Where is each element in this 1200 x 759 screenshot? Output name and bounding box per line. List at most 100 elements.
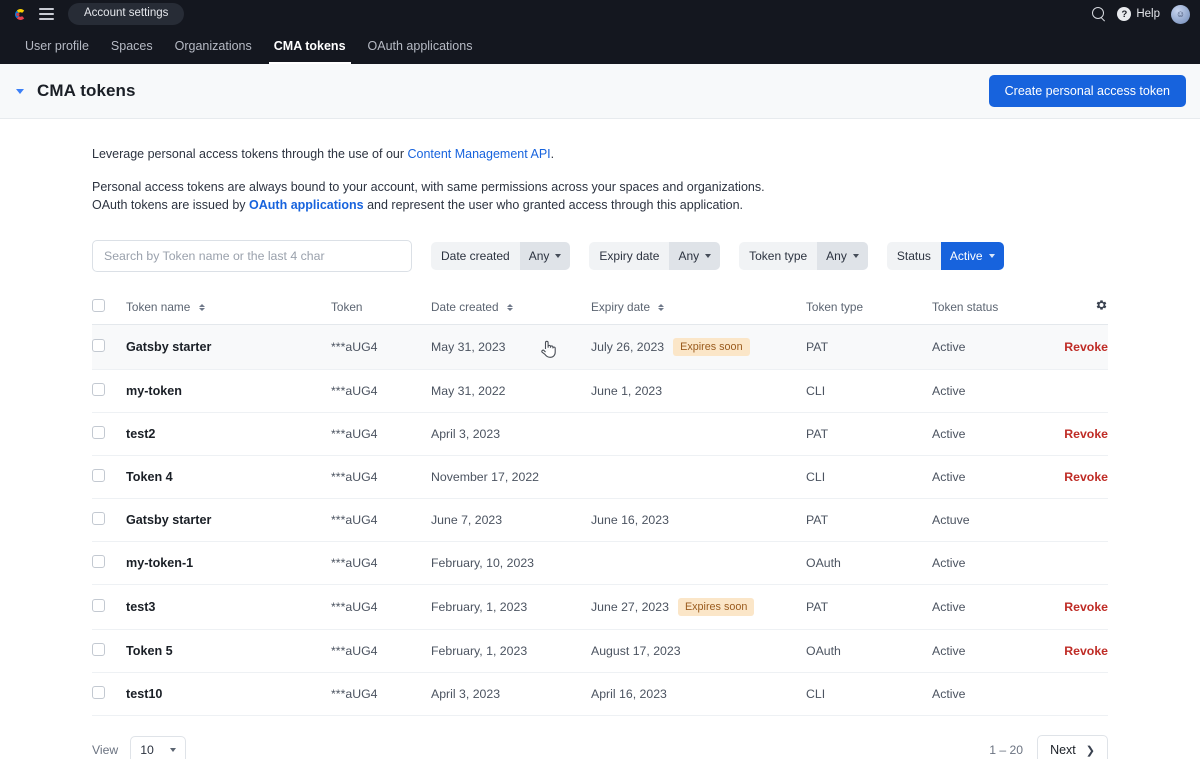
row-checkbox[interactable] xyxy=(92,686,105,699)
row-checkbox[interactable] xyxy=(92,643,105,656)
intro-line-1-suffix: . xyxy=(551,147,554,161)
sort-token-name-icon[interactable] xyxy=(199,304,205,311)
tab-cma-tokens[interactable]: CMA tokens xyxy=(263,28,357,64)
filter-token-type[interactable]: Token type Any xyxy=(739,242,868,270)
top-bar: Account settings ? Help ☺ xyxy=(0,0,1200,28)
table-row[interactable]: my-token***aUG4May 31, 2022June 1, 2023C… xyxy=(92,370,1108,413)
intro-line-2: Personal access tokens are always bound … xyxy=(92,178,1108,214)
row-checkbox[interactable] xyxy=(92,599,105,612)
create-personal-access-token-button[interactable]: Create personal access token xyxy=(989,75,1186,107)
account-settings-pill[interactable]: Account settings xyxy=(68,3,184,25)
cell-token-name: test2 xyxy=(126,413,331,456)
filter-expiry-date[interactable]: Expiry date Any xyxy=(589,242,720,270)
hamburger-menu-icon[interactable] xyxy=(39,8,54,20)
chevron-down-icon xyxy=(705,254,711,258)
cell-date-created: May 31, 2022 xyxy=(431,370,591,413)
cell-action: Revoke xyxy=(1057,585,1108,630)
tab-oauth-applications[interactable]: OAuth applications xyxy=(357,28,484,64)
table-row[interactable]: test3***aUG4February, 1, 2023June 27, 20… xyxy=(92,585,1108,630)
tab-user-profile[interactable]: User profile xyxy=(14,28,100,64)
row-checkbox[interactable] xyxy=(92,512,105,525)
cell-token-name: test3 xyxy=(126,585,331,630)
cell-token: ***aUG4 xyxy=(331,370,431,413)
row-checkbox[interactable] xyxy=(92,469,105,482)
tab-spaces[interactable]: Spaces xyxy=(100,28,164,64)
tokens-table-head: Token name Token Date created Expiry dat… xyxy=(92,290,1108,325)
revoke-button[interactable]: Revoke xyxy=(1064,427,1108,441)
gear-icon[interactable] xyxy=(1094,298,1108,312)
revoke-button[interactable]: Revoke xyxy=(1064,470,1108,484)
cell-date-created: April 3, 2023 xyxy=(431,413,591,456)
cell-token-type: PAT xyxy=(806,499,932,542)
col-date-created-label: Date created xyxy=(431,300,499,314)
expiry-date-text: July 26, 2023 xyxy=(591,340,664,354)
row-select-cell xyxy=(92,325,126,370)
table-row[interactable]: Gatsby starter***aUG4May 31, 2023July 26… xyxy=(92,325,1108,370)
next-page-button[interactable]: Next ❯ xyxy=(1037,735,1108,759)
cell-action: Revoke xyxy=(1057,630,1108,673)
cell-expiry-date: June 16, 2023 xyxy=(591,499,806,542)
cell-date-created: February, 1, 2023 xyxy=(431,585,591,630)
sort-expiry-date-icon[interactable] xyxy=(658,304,664,311)
cell-action: Revoke xyxy=(1057,413,1108,456)
filter-expiry-date-value[interactable]: Any xyxy=(669,242,720,270)
select-all-checkbox[interactable] xyxy=(92,299,105,312)
cell-token-status: Active xyxy=(932,325,1057,370)
contentful-logo-icon[interactable] xyxy=(12,6,29,23)
cell-token-type: PAT xyxy=(806,585,932,630)
filter-date-created[interactable]: Date created Any xyxy=(431,242,570,270)
col-date-created: Date created xyxy=(431,290,591,325)
filter-token-type-value[interactable]: Any xyxy=(817,242,868,270)
table-row[interactable]: test10***aUG4April 3, 2023April 16, 2023… xyxy=(92,673,1108,716)
account-nav-tabs: User profile Spaces Organizations CMA to… xyxy=(0,28,1200,64)
cell-action xyxy=(1057,542,1108,585)
status-badge: Expires soon xyxy=(673,338,749,356)
expiry-date-text: August 17, 2023 xyxy=(591,644,681,658)
caret-down-icon[interactable] xyxy=(16,89,24,94)
user-avatar-icon[interactable]: ☺ xyxy=(1171,5,1190,24)
search-icon[interactable] xyxy=(1092,7,1106,21)
main-content: Leverage personal access tokens through … xyxy=(0,119,1200,759)
filter-status[interactable]: Status Active xyxy=(887,242,1004,270)
cell-date-created: February, 10, 2023 xyxy=(431,542,591,585)
revoke-button[interactable]: Revoke xyxy=(1064,600,1108,614)
col-expiry-date: Expiry date xyxy=(591,290,806,325)
page-size-select[interactable]: 10 xyxy=(130,736,186,759)
cell-token-name: my-token-1 xyxy=(126,542,331,585)
cell-token: ***aUG4 xyxy=(331,542,431,585)
content-management-api-link[interactable]: Content Management API xyxy=(407,147,550,161)
table-row[interactable]: my-token-1***aUG4February, 10, 2023OAuth… xyxy=(92,542,1108,585)
sort-date-created-icon[interactable] xyxy=(507,304,513,311)
table-row[interactable]: test2***aUG4April 3, 2023PATActiveRevoke xyxy=(92,413,1108,456)
expiry-date-text: June 27, 2023 xyxy=(591,600,669,614)
intro-line-2-text: Personal access tokens are always bound … xyxy=(92,180,765,194)
revoke-button[interactable]: Revoke xyxy=(1064,644,1108,658)
cell-expiry-date: June 1, 2023 xyxy=(591,370,806,413)
cell-token-type: OAuth xyxy=(806,630,932,673)
chevron-down-icon xyxy=(555,254,561,258)
cell-expiry-date: June 27, 2023Expires soon xyxy=(591,585,806,630)
cell-action xyxy=(1057,370,1108,413)
filter-status-value[interactable]: Active xyxy=(941,242,1004,270)
cell-expiry-date: August 17, 2023 xyxy=(591,630,806,673)
table-row[interactable]: Token 5***aUG4February, 1, 2023August 17… xyxy=(92,630,1108,673)
table-row[interactable]: Token 4***aUG4November 17, 2022CLIActive… xyxy=(92,456,1108,499)
filter-date-created-label: Date created xyxy=(431,249,520,263)
search-input[interactable] xyxy=(92,240,412,272)
token-name: test3 xyxy=(126,600,155,614)
filter-date-created-value[interactable]: Any xyxy=(520,242,571,270)
help-button[interactable]: ? Help xyxy=(1117,7,1160,21)
oauth-applications-link[interactable]: OAuth applications xyxy=(249,198,364,212)
cell-token-name: Gatsby starter xyxy=(126,325,331,370)
tab-organizations[interactable]: Organizations xyxy=(164,28,263,64)
table-row[interactable]: Gatsby starter***aUG4June 7, 2023June 16… xyxy=(92,499,1108,542)
row-checkbox[interactable] xyxy=(92,426,105,439)
revoke-button[interactable]: Revoke xyxy=(1064,340,1108,354)
row-checkbox[interactable] xyxy=(92,555,105,568)
row-checkbox[interactable] xyxy=(92,339,105,352)
cell-action: Revoke xyxy=(1057,456,1108,499)
cell-action: Revoke xyxy=(1057,325,1108,370)
row-select-cell xyxy=(92,673,126,716)
row-select-cell xyxy=(92,413,126,456)
row-checkbox[interactable] xyxy=(92,383,105,396)
